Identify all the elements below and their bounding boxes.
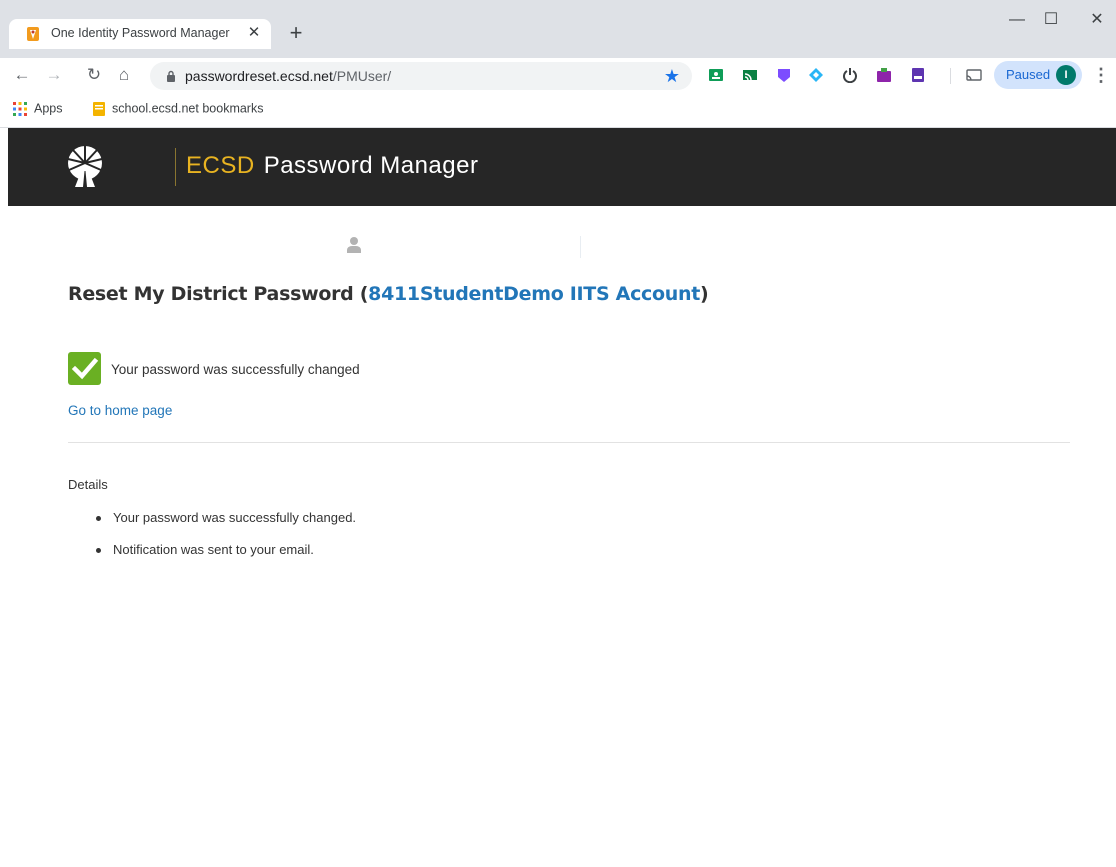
- success-check-icon: [68, 352, 101, 385]
- bookmark-label: school.ecsd.net bookmarks: [112, 101, 264, 116]
- profile-button[interactable]: Paused I: [994, 61, 1082, 89]
- avatar: I: [1056, 65, 1076, 85]
- list-item: Notification was sent to your email.: [92, 542, 356, 574]
- textwriter-extension-icon[interactable]: [876, 67, 892, 83]
- bookmarks-bar: Apps school.ecsd.net bookmarks: [0, 92, 1116, 128]
- address-bar[interactable]: passwordreset.ecsd.net/PMUser/ ★: [150, 62, 692, 90]
- section-divider: [68, 442, 1070, 443]
- url-text: passwordreset.ecsd.net/PMUser/: [185, 68, 391, 84]
- detail-text: Notification was sent to your email.: [113, 542, 314, 557]
- close-window-icon[interactable]: ✕: [1082, 8, 1112, 32]
- menu-divider: [580, 236, 581, 258]
- brand-accent-text: ECSD: [186, 152, 255, 179]
- bookmark-apps[interactable]: Apps: [12, 101, 63, 121]
- back-icon[interactable]: ←: [10, 63, 34, 87]
- browser-toolbar: ← → ↻ ⌂ passwordreset.ecsd.net/PMUser/ ★…: [0, 58, 1116, 92]
- tab-title: One Identity Password Manager: [51, 26, 230, 40]
- toolbar-divider: [950, 68, 951, 84]
- details-heading: Details: [68, 477, 108, 492]
- lock-icon: [167, 70, 175, 82]
- diamond-extension-icon[interactable]: [808, 67, 824, 83]
- home-page-link[interactable]: Go to home page: [68, 403, 172, 418]
- url-path: /PMUser/: [332, 68, 392, 84]
- header-divider: [175, 148, 176, 186]
- power-extension-icon[interactable]: [842, 67, 858, 83]
- close-tab-icon[interactable]: ✕: [245, 24, 263, 42]
- purple-shield-extension-icon[interactable]: [776, 67, 792, 83]
- app-header: ECSD Password Manager: [8, 128, 1116, 206]
- forward-icon[interactable]: →: [42, 63, 66, 87]
- bookmark-label: Apps: [34, 101, 63, 116]
- page-title-prefix: Reset My District Password (: [68, 283, 369, 305]
- account-name: 8411StudentDemo IITS Account: [368, 283, 700, 305]
- one-identity-favicon-icon: [27, 27, 39, 41]
- cast-icon[interactable]: [966, 67, 982, 83]
- brand-title-text: Password Manager: [263, 152, 479, 179]
- bookmark-school-folder[interactable]: school.ecsd.net bookmarks: [92, 101, 263, 121]
- bookmark-star-icon[interactable]: ★: [662, 66, 682, 86]
- detail-text: Your password was successfully changed.: [113, 510, 357, 525]
- browser-tab[interactable]: One Identity Password Manager ✕: [9, 19, 271, 49]
- bullet-icon: [96, 548, 101, 553]
- checkmark-icon: [71, 357, 99, 380]
- page-title-suffix: ): [699, 283, 709, 305]
- apps-grid-icon: [13, 102, 27, 116]
- success-message: Your password was successfully changed: [111, 362, 360, 377]
- reload-icon[interactable]: ↻: [82, 63, 106, 87]
- ecsd-logo-icon[interactable]: [66, 145, 104, 189]
- maximize-icon[interactable]: ☐: [1036, 8, 1066, 32]
- tab-strip: One Identity Password Manager ✕ + — ☐ ✕: [0, 0, 1116, 58]
- url-domain: passwordreset.ecsd.net: [185, 68, 333, 84]
- cast-extension-icon[interactable]: [742, 67, 758, 83]
- user-icon[interactable]: [347, 236, 361, 254]
- minimize-icon[interactable]: —: [1002, 8, 1032, 32]
- folder-icon: [93, 102, 105, 116]
- google-classroom-extension-icon[interactable]: [708, 67, 724, 83]
- pdf-extension-icon[interactable]: [910, 67, 926, 83]
- bullet-icon: [96, 516, 101, 521]
- home-icon[interactable]: ⌂: [112, 63, 136, 87]
- browser-menu-icon[interactable]: ⋮: [1092, 63, 1110, 87]
- app-title[interactable]: ECSD Password Manager: [186, 152, 478, 180]
- profile-status: Paused: [1006, 67, 1051, 82]
- details-list: Your password was successfully changed. …: [92, 510, 356, 574]
- list-item: Your password was successfully changed.: [92, 510, 356, 542]
- new-tab-button[interactable]: +: [285, 22, 307, 44]
- page-title: Reset My District Password (8411StudentD…: [68, 283, 709, 305]
